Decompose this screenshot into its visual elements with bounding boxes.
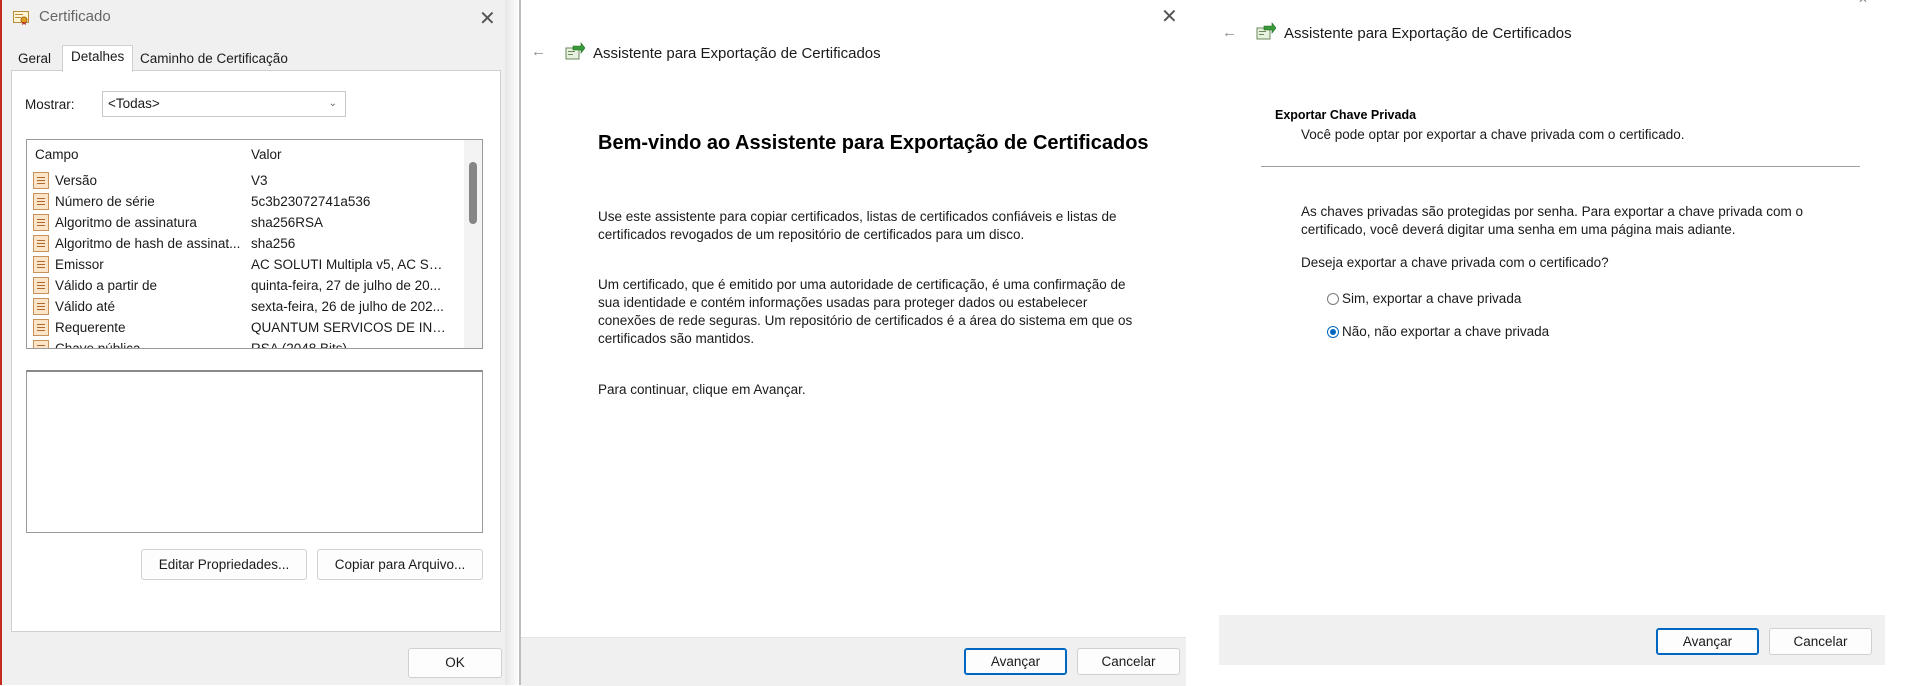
section-title: Exportar Chave Privada	[1275, 108, 1417, 122]
field-value: sexta-feira, 26 de julho de 202...	[251, 299, 444, 314]
radio-button-unselected[interactable]	[1327, 293, 1339, 305]
wizard-certificate-paragraph: Um certificado, que é emitido por uma au…	[598, 277, 1133, 346]
certificate-field-icon	[33, 319, 49, 336]
close-icon[interactable]: ✕	[479, 6, 496, 31]
chevron-down-icon: ⌄	[328, 98, 337, 109]
field-name: Versão	[55, 173, 98, 188]
certificate-field-icon	[33, 340, 49, 348]
field-value: 5c3b23072741a536	[251, 194, 371, 209]
column-header-campo[interactable]: Campo	[35, 147, 79, 162]
export-question: Deseja exportar a chave privada com o ce…	[1301, 255, 1609, 270]
wizard-title: Assistente para Exportação de Certificad…	[593, 45, 881, 62]
certificate-field-icon	[33, 172, 49, 189]
header-divider	[1261, 166, 1860, 167]
mostrar-select[interactable]: <Todas> ⌄	[102, 91, 346, 117]
column-header-valor[interactable]: Valor	[251, 147, 282, 162]
certificate-wizard-icon	[565, 42, 585, 60]
back-arrow-icon[interactable]: ←	[1222, 24, 1237, 41]
field-value: V3	[251, 173, 268, 188]
avancar-button[interactable]: Avançar	[1656, 628, 1759, 655]
certificate-icon	[13, 11, 29, 25]
scrollbar-thumb[interactable]	[469, 162, 477, 224]
field-name: Chave pública	[55, 341, 141, 349]
tab-caminho-de-certificacao[interactable]: Caminho de Certificação	[132, 48, 296, 70]
mostrar-select-value: <Todas>	[108, 96, 160, 111]
table-row[interactable]: Chave pública RSA (2048 Bits)	[27, 338, 457, 349]
table-row[interactable]: Versão V3	[27, 170, 457, 191]
table-row[interactable]: Algoritmo de assinatura sha256RSA	[27, 212, 457, 233]
cancelar-button[interactable]: Cancelar	[1769, 628, 1872, 655]
certificate-field-icon	[33, 256, 49, 273]
close-icon[interactable]: ✕	[1161, 4, 1178, 29]
window-shadow	[505, 0, 519, 685]
table-row[interactable]: Algoritmo de hash de assinat... sha256	[27, 233, 457, 254]
field-value: RSA (2048 Bits)	[251, 341, 348, 349]
window-title: Certificado	[39, 8, 111, 25]
tab-detalhes[interactable]: Detalhes	[62, 45, 134, 72]
field-value: QUANTUM SERVICOS DE INFO...	[251, 320, 451, 335]
table-row[interactable]: Número de série 5c3b23072741a536	[27, 191, 457, 212]
copiar-para-arquivo-button[interactable]: Copiar para Arquivo...	[317, 549, 483, 580]
certificate-field-icon	[33, 193, 49, 210]
certificate-field-icon	[33, 214, 49, 231]
field-name: Algoritmo de assinatura	[55, 215, 197, 230]
table-row[interactable]: Válido até sexta-feira, 26 de julho de 2…	[27, 296, 457, 317]
field-name: Algoritmo de hash de assinat...	[55, 236, 241, 251]
radio-sim-label: Sim, exportar a chave privada	[1342, 291, 1522, 306]
radio-button-selected[interactable]	[1327, 326, 1339, 338]
table-row[interactable]: Requerente QUANTUM SERVICOS DE INFO...	[27, 317, 457, 338]
certificate-field-icon	[33, 277, 49, 294]
field-name: Válido a partir de	[55, 278, 158, 293]
fields-list[interactable]: Campo Valor Versão V3 Número de série 5c…	[26, 139, 483, 349]
certificate-field-icon	[33, 235, 49, 252]
field-detail-textbox[interactable]	[26, 370, 483, 533]
mostrar-label: Mostrar:	[25, 97, 75, 112]
field-name: Número de série	[55, 194, 155, 209]
table-row[interactable]: Emissor AC SOLUTI Multipla v5, AC SOL...	[27, 254, 457, 275]
ok-button[interactable]: OK	[408, 648, 502, 678]
field-value: AC SOLUTI Multipla v5, AC SOL...	[251, 257, 451, 272]
wizard-heading: Bem-vindo ao Assistente para Exportação …	[598, 132, 1149, 154]
tab-geral[interactable]: Geral	[10, 48, 59, 70]
table-row[interactable]: Válido a partir de quinta-feira, 27 de j…	[27, 275, 457, 296]
avancar-button[interactable]: Avançar	[964, 648, 1067, 675]
wizard-continue-paragraph: Para continuar, clique em Avançar.	[598, 382, 806, 397]
fields-list-scrollbar[interactable]	[464, 140, 482, 348]
field-name: Válido até	[55, 299, 116, 314]
editar-propriedades-button[interactable]: Editar Propriedades...	[141, 549, 307, 580]
cancelar-button[interactable]: Cancelar	[1077, 648, 1180, 675]
section-subtitle: Você pode optar por exportar a chave pri…	[1301, 127, 1685, 142]
field-value: sha256	[251, 236, 296, 251]
radio-nao-label: Não, não exportar a chave privada	[1342, 324, 1550, 339]
certificate-wizard-icon	[1256, 22, 1276, 40]
field-name: Requerente	[55, 320, 126, 335]
field-name: Emissor	[55, 257, 104, 272]
close-icon[interactable]: ✕	[1858, 0, 1868, 6]
field-value: sha256RSA	[251, 215, 324, 230]
private-key-info-paragraph: As chaves privadas são protegidas por se…	[1301, 204, 1804, 237]
wizard-title: Assistente para Exportação de Certificad…	[1284, 25, 1572, 42]
back-arrow-icon[interactable]: ←	[531, 43, 546, 60]
field-value: quinta-feira, 27 de julho de 20...	[251, 278, 441, 293]
certificate-field-icon	[33, 298, 49, 315]
wizard-intro-paragraph: Use este assistente para copiar certific…	[598, 209, 1117, 242]
